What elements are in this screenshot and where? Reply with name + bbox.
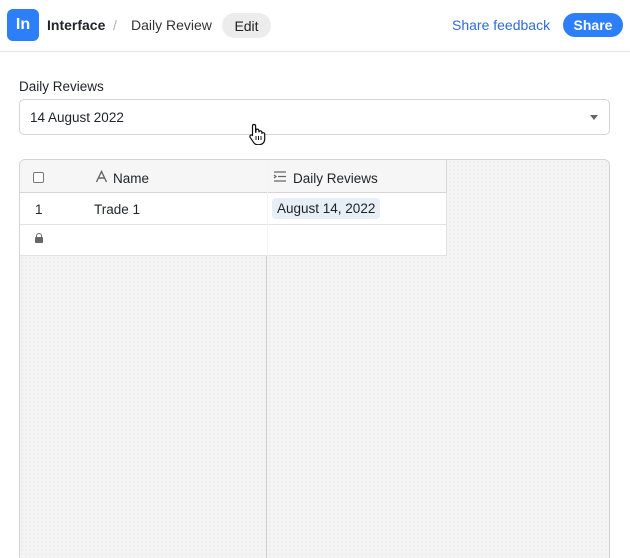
- linked-list-icon: [273, 171, 286, 182]
- top-bar: In Interface / Daily Review Edit Share f…: [0, 0, 630, 52]
- select-value: 14 August 2022: [30, 110, 124, 125]
- filter-label: Daily Reviews: [19, 79, 104, 94]
- hand-cursor-icon: [249, 123, 266, 145]
- breadcrumb-app[interactable]: Interface: [47, 17, 105, 33]
- chevron-down-icon: [590, 115, 598, 120]
- share-button[interactable]: Share: [563, 13, 623, 37]
- text-field-icon: [95, 170, 108, 183]
- add-row: [20, 225, 267, 256]
- daily-reviews-select[interactable]: 14 August 2022: [19, 99, 610, 135]
- records-grid[interactable]: Name Daily Reviews 1 Trade 1 August 14, …: [19, 159, 610, 558]
- row-number: 1: [35, 202, 43, 217]
- select-all-checkbox[interactable]: [33, 172, 44, 183]
- column-header-label: Daily Reviews: [293, 171, 378, 186]
- table-row[interactable]: 1 Trade 1: [20, 193, 267, 225]
- add-row-cell: [268, 225, 447, 256]
- lock-icon: [35, 233, 43, 243]
- column-header-label: Name: [113, 171, 150, 186]
- header-cell-name[interactable]: Name: [20, 160, 267, 193]
- share-feedback-link[interactable]: Share feedback: [452, 17, 550, 33]
- daily-reviews-cell[interactable]: August 14, 2022: [268, 193, 447, 225]
- breadcrumb-separator: /: [113, 17, 117, 33]
- linked-record-chip[interactable]: August 14, 2022: [272, 198, 381, 219]
- breadcrumb-page[interactable]: Daily Review: [131, 17, 212, 33]
- header-cell-daily-reviews[interactable]: Daily Reviews: [268, 160, 447, 193]
- edit-button[interactable]: Edit: [222, 13, 271, 38]
- app-logo-icon[interactable]: In: [7, 9, 39, 41]
- name-cell[interactable]: Trade 1: [94, 202, 140, 217]
